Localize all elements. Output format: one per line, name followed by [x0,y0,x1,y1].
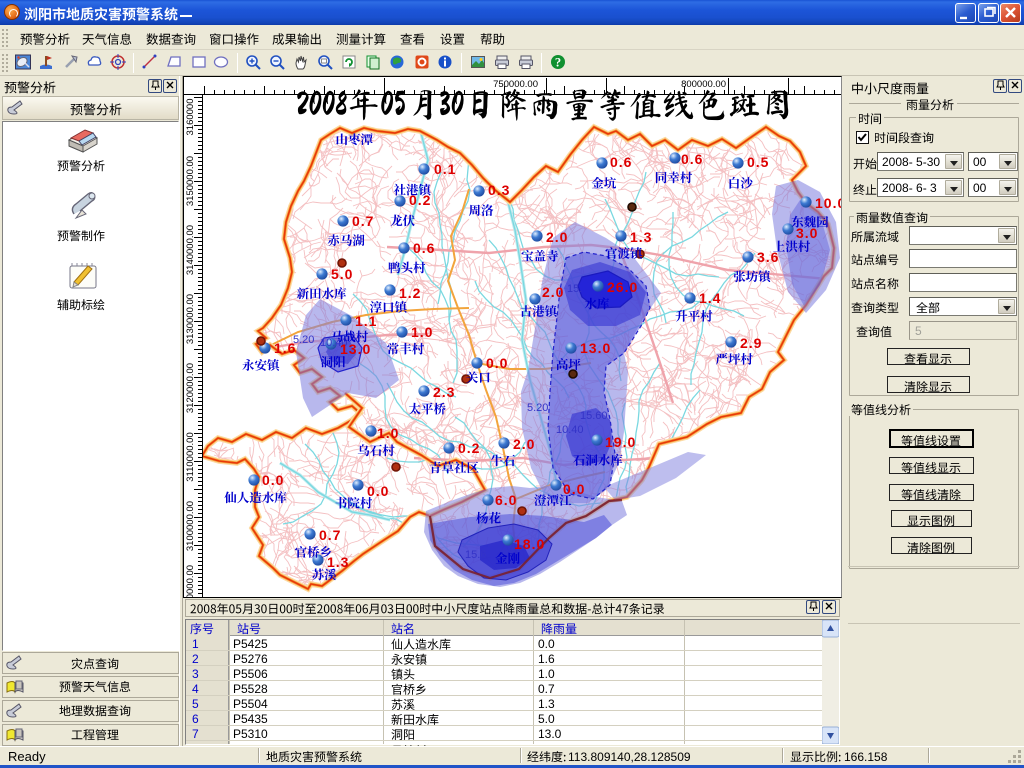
svg-text:1.6: 1.6 [274,340,296,356]
svg-text:1.2: 1.2 [399,285,421,301]
svg-text:2.0: 2.0 [513,436,535,452]
svg-text:0.0: 0.0 [262,472,284,488]
svg-text:0.6: 0.6 [681,151,703,167]
svg-text:26.0: 26.0 [607,279,638,295]
svg-text:0.0: 0.0 [486,355,508,371]
svg-text:10.0: 10.0 [815,195,841,211]
svg-text:5.0: 5.0 [331,266,353,282]
svg-text:15.6: 15.6 [465,549,486,561]
svg-text:0.3: 0.3 [488,182,510,198]
svg-text:0.6: 0.6 [610,154,632,170]
svg-text:3.6: 3.6 [757,249,779,265]
svg-text:19.0: 19.0 [605,434,636,450]
svg-text:15.: 15. [567,283,582,295]
svg-text:2.0: 2.0 [546,229,568,245]
svg-text:1.4: 1.4 [699,290,721,306]
svg-text:0.5: 0.5 [747,154,769,170]
svg-text:0.7: 0.7 [352,213,374,229]
svg-text:0.1: 0.1 [434,161,456,177]
svg-text:0.2: 0.2 [458,440,480,456]
svg-text:1.0: 1.0 [377,425,399,441]
svg-text:0.6: 0.6 [413,240,435,256]
svg-text:13.0: 13.0 [340,341,371,357]
svg-text:10.40: 10.40 [556,424,584,436]
svg-text:3.0: 3.0 [796,225,818,241]
svg-text:2.9: 2.9 [740,335,762,351]
svg-text:1.0: 1.0 [411,324,433,340]
svg-text:18.0: 18.0 [514,536,545,552]
svg-text:6.0: 6.0 [495,492,517,508]
svg-text:0.7: 0.7 [319,527,341,543]
svg-text:2.0: 2.0 [542,284,564,300]
svg-text:2.3: 2.3 [433,384,455,400]
svg-text:0.0: 0.0 [367,483,389,499]
svg-text:5.20: 5.20 [527,402,548,414]
svg-text:1.1: 1.1 [355,313,377,329]
svg-text:0.2: 0.2 [409,192,431,208]
svg-text:15.60: 15.60 [580,410,608,422]
svg-text:?: ? [555,56,561,70]
svg-text:0.0: 0.0 [563,481,585,497]
svg-text:1.3: 1.3 [327,554,349,570]
svg-text:13.0: 13.0 [580,340,611,356]
svg-text:1.3: 1.3 [630,229,652,245]
